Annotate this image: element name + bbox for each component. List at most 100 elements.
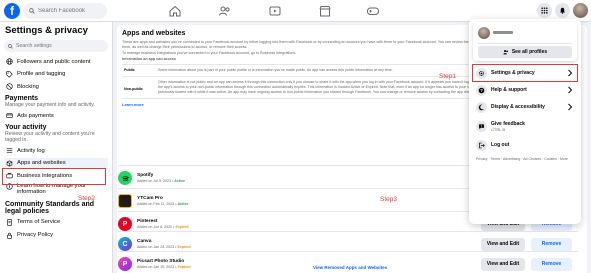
watch-icon[interactable] bbox=[268, 4, 282, 18]
profile-name-redacted bbox=[493, 31, 513, 34]
view-and-edit-button[interactable]: View and Edit bbox=[481, 258, 525, 271]
sidebar-item-blocking[interactable]: Blocking bbox=[4, 81, 108, 92]
globe-icon bbox=[6, 58, 13, 65]
app-added-date: Added on Jan 10, 2023 • Expired bbox=[137, 265, 191, 269]
status-badge: Expired bbox=[177, 245, 191, 249]
facebook-logo[interactable]: f bbox=[4, 3, 20, 19]
sidebar-item-terms[interactable]: Terms of Service bbox=[4, 217, 108, 228]
row-label: Public bbox=[124, 68, 135, 72]
list-icon bbox=[6, 148, 13, 153]
step2-label: Step2 bbox=[78, 195, 95, 202]
chevron-right-icon bbox=[568, 86, 573, 94]
account-avatar[interactable] bbox=[573, 3, 588, 18]
menu-item-label: Log out bbox=[491, 142, 510, 148]
sidebar-item-followers[interactable]: Followers and public content bbox=[4, 56, 108, 67]
activity-subtitle: Review your activity and content you're … bbox=[5, 131, 95, 144]
app-added-date: Added on Jun 8, 2020 • Expired bbox=[137, 225, 189, 229]
gaming-icon[interactable] bbox=[366, 4, 380, 18]
menu-grid-button[interactable] bbox=[537, 3, 552, 18]
community-heading: Community Standards and legal policies bbox=[5, 200, 95, 215]
sidebar-item-label: Privacy Policy bbox=[17, 232, 54, 239]
sidebar-item-label: Followers and public content bbox=[17, 58, 91, 65]
row-label: Non-public bbox=[124, 87, 143, 91]
step1-label: Step1 bbox=[439, 73, 456, 80]
app-added-date: Added on Feb 11, 2023 • Active bbox=[137, 202, 189, 206]
friends-icon[interactable] bbox=[218, 4, 232, 18]
remove-button[interactable]: Remove bbox=[531, 238, 572, 251]
view-removed-apps-link[interactable]: View Removed Apps and Websites bbox=[313, 265, 387, 270]
added-text: Added on Jun 8, 2020 bbox=[137, 225, 173, 229]
menu-item-log-out[interactable]: Log out bbox=[473, 137, 577, 153]
logout-icon bbox=[476, 139, 487, 151]
shortcut-hint: CTRL B bbox=[491, 126, 506, 132]
menu-item-help-support[interactable]: ? Help & support bbox=[473, 82, 577, 98]
settings-search-input[interactable] bbox=[16, 43, 106, 49]
grid-icon bbox=[541, 7, 548, 14]
block-icon bbox=[6, 83, 13, 90]
search-icon bbox=[29, 8, 35, 14]
sidebar-item-label: Ads payments bbox=[17, 112, 54, 119]
app-name: YTCam Pro bbox=[137, 196, 163, 201]
sidebar-title: Settings & privacy bbox=[5, 25, 88, 36]
pinterest-icon: P bbox=[118, 217, 132, 231]
facebook-search-input[interactable] bbox=[38, 8, 104, 14]
business-integrations-note: To manage business integrations you've c… bbox=[122, 51, 297, 55]
profile-card[interactable]: See all profiles bbox=[473, 22, 577, 61]
status-badge: Active bbox=[177, 202, 189, 206]
status-badge: Active bbox=[174, 179, 186, 183]
step3-label: Step3 bbox=[380, 196, 397, 203]
document-icon bbox=[7, 219, 12, 226]
app-added-date: Added on Jul 9, 2023 • Active bbox=[137, 179, 186, 183]
spotify-icon bbox=[118, 171, 132, 185]
notifications-button[interactable] bbox=[555, 3, 570, 18]
app-name: Canva bbox=[137, 239, 152, 244]
marketplace-icon[interactable] bbox=[318, 4, 332, 18]
profiles-icon bbox=[503, 50, 508, 55]
payments-heading: Payments bbox=[5, 95, 39, 103]
menu-item-display-accessibility[interactable]: Display & accessibility bbox=[473, 99, 577, 115]
menu-item-label: Give feedback bbox=[491, 120, 525, 127]
feedback-icon bbox=[476, 120, 487, 132]
canva-icon: C bbox=[118, 237, 132, 251]
sidebar-item-activity-log[interactable]: Activity log bbox=[4, 145, 108, 156]
chevron-right-icon bbox=[568, 103, 573, 111]
app-name: Pinterest bbox=[137, 219, 158, 224]
ytcam-icon bbox=[118, 194, 132, 208]
step2-highlight-box bbox=[2, 168, 106, 185]
app-name: Spotify bbox=[137, 173, 154, 178]
status-badge: Expired bbox=[177, 265, 191, 269]
menu-item-give-feedback[interactable]: Give feedback CTRL B bbox=[473, 116, 577, 136]
settings-sidebar: Settings & privacy Followers and public … bbox=[0, 22, 113, 273]
help-icon: ? bbox=[476, 84, 487, 96]
box-icon bbox=[6, 160, 13, 167]
activity-heading: Your activity bbox=[5, 124, 47, 132]
see-all-profiles-button[interactable]: See all profiles bbox=[478, 46, 572, 58]
status-badge: Expired bbox=[175, 225, 189, 229]
see-all-profiles-label: See all profiles bbox=[511, 49, 548, 55]
sidebar-item-ads-payments[interactable]: Ads payments bbox=[4, 110, 108, 121]
view-and-edit-button[interactable]: View and Edit bbox=[481, 238, 525, 251]
sidebar-item-label: Activity log bbox=[17, 147, 45, 154]
sidebar-item-profile-tagging[interactable]: Profile and tagging bbox=[4, 69, 108, 80]
sidebar-item-label: Blocking bbox=[17, 83, 39, 90]
app-added-date: Added on Jan 24, 2023 • Expired bbox=[137, 245, 191, 249]
step1-highlight-box bbox=[472, 64, 578, 82]
facebook-search-box[interactable] bbox=[23, 3, 107, 19]
page-description: These are apps and websites you've conne… bbox=[122, 40, 508, 49]
menu-item-label: Display & accessibility bbox=[491, 104, 545, 110]
picsart-icon: P bbox=[118, 257, 132, 271]
menu-footer-links[interactable]: Privacy · Terms · Advertising · Ad Choic… bbox=[476, 157, 576, 162]
menu-item-label: Help & support bbox=[491, 87, 527, 93]
card-icon bbox=[6, 113, 13, 119]
moon-icon bbox=[476, 101, 487, 113]
home-icon[interactable] bbox=[168, 4, 182, 18]
sidebar-item-label: Profile and tagging bbox=[17, 71, 66, 78]
app-name: Picsart Photo Studio bbox=[137, 259, 185, 264]
settings-search-box[interactable] bbox=[4, 40, 108, 52]
payments-subtitle: Manage your payment info and activity. bbox=[5, 102, 95, 109]
sidebar-item-privacy-policy[interactable]: Privacy Policy bbox=[4, 230, 108, 241]
added-text: Added on Jan 24, 2023 bbox=[137, 245, 175, 249]
remove-button[interactable]: Remove bbox=[531, 258, 572, 271]
svg-text:?: ? bbox=[480, 88, 483, 93]
sidebar-item-label: Apps and websites bbox=[17, 160, 66, 167]
